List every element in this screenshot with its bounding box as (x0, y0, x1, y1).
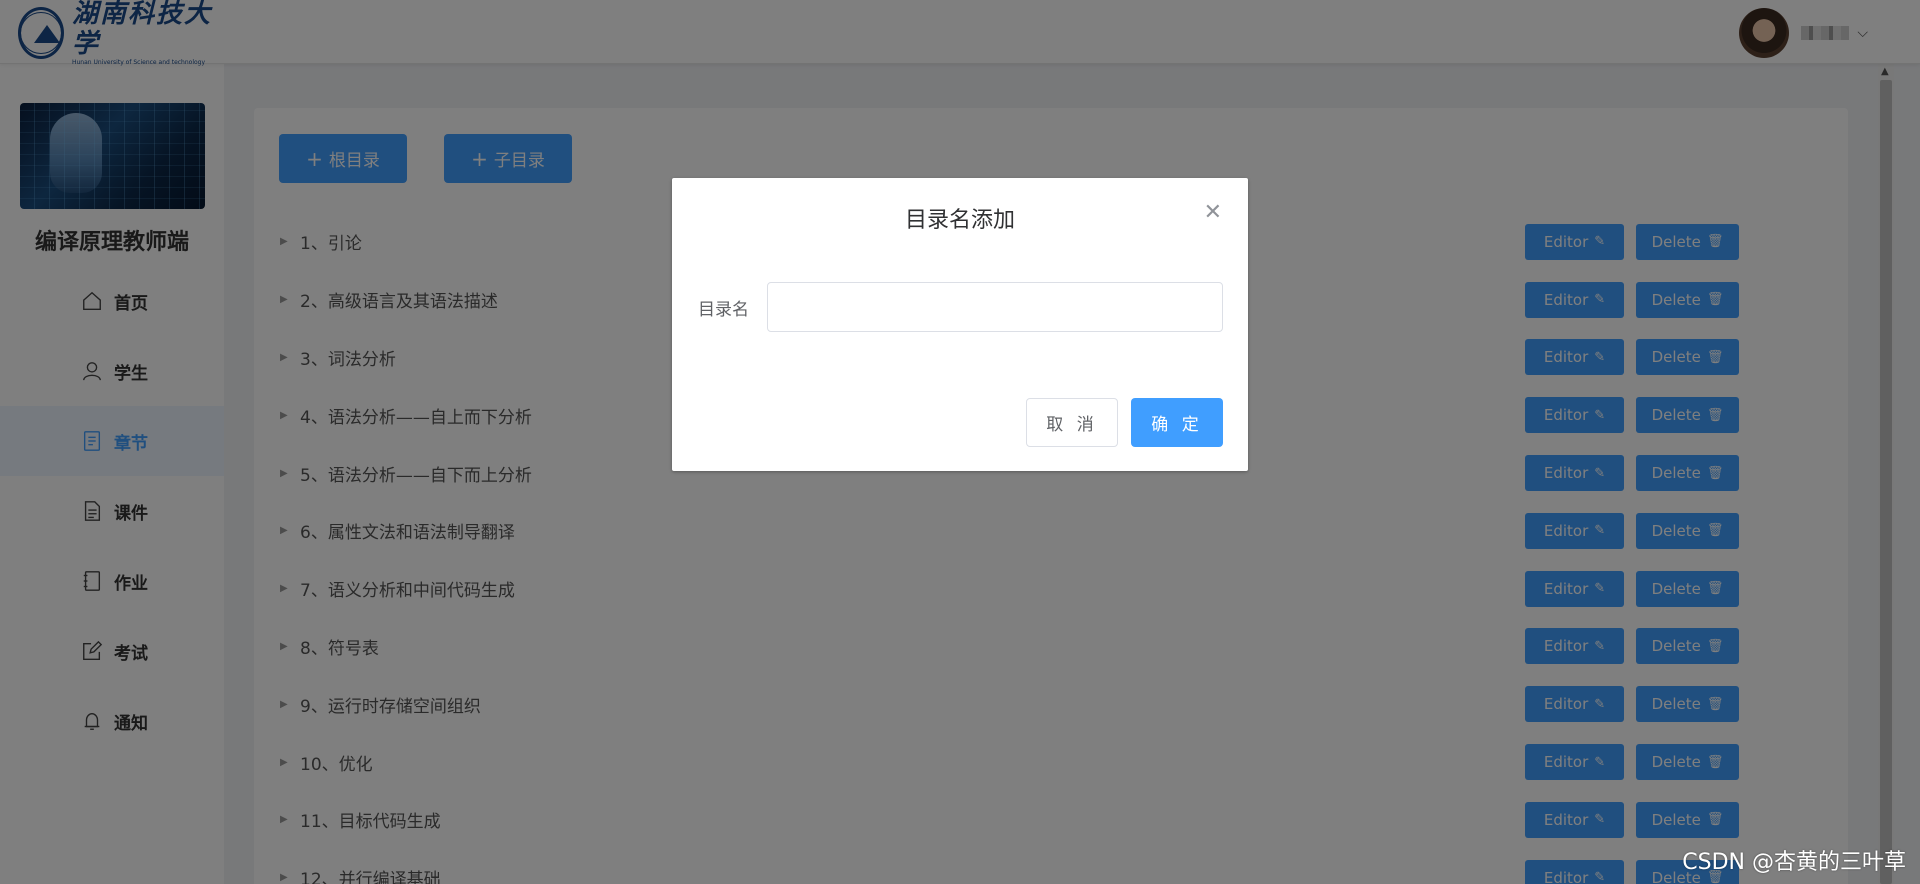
add-directory-dialog: 目录名添加 ✕ 目录名 取 消 确 定 (672, 178, 1248, 471)
confirm-button[interactable]: 确 定 (1131, 398, 1223, 447)
directory-name-label: 目录名 (698, 300, 749, 320)
csdn-watermark: CSDN @杏黄的三叶草 (1682, 850, 1906, 875)
directory-name-input[interactable] (767, 282, 1223, 332)
close-icon[interactable]: ✕ (1204, 200, 1222, 225)
dialog-title: 目录名添加 (904, 208, 1015, 233)
cancel-button[interactable]: 取 消 (1026, 398, 1118, 447)
